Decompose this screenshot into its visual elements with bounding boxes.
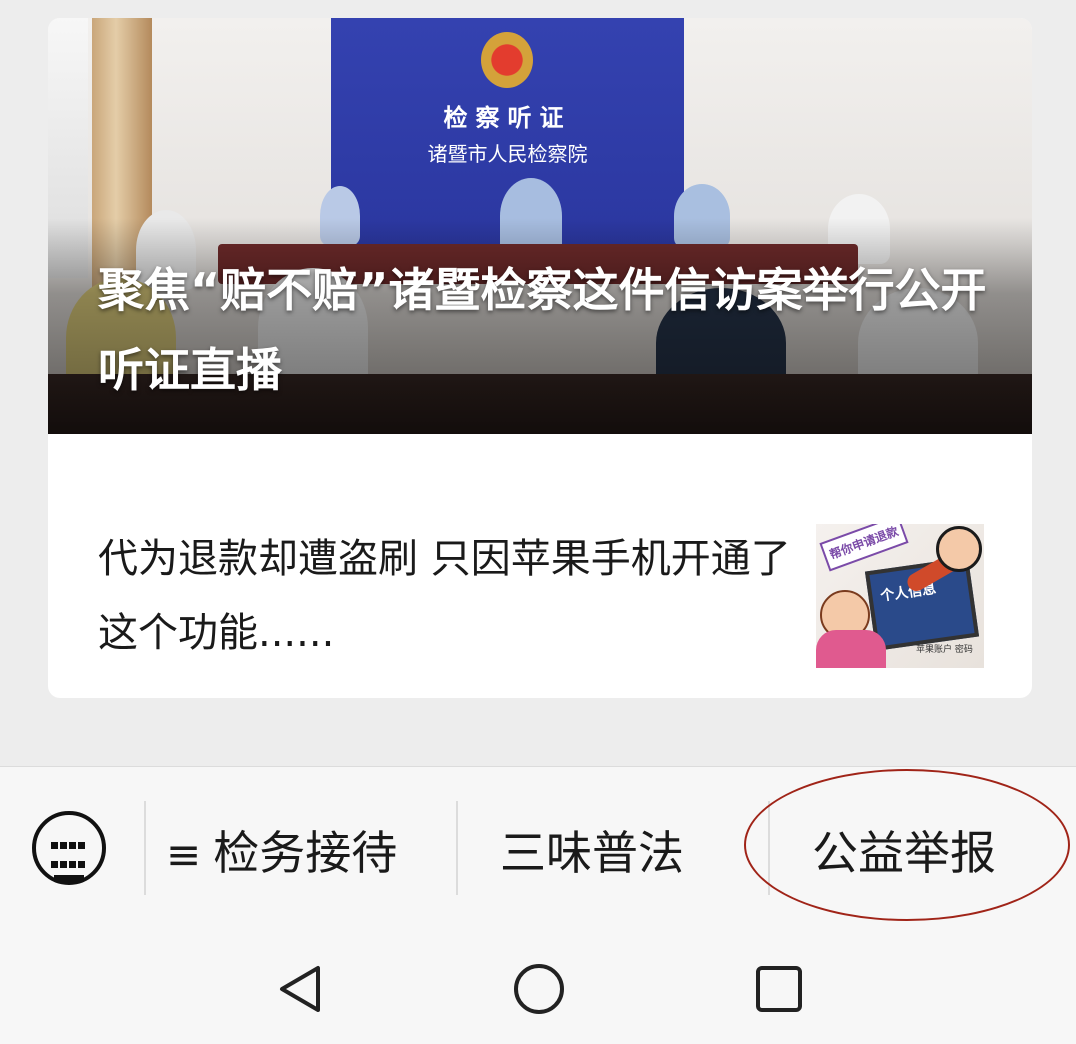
back-triangle-icon[interactable]: [274, 962, 328, 1016]
article-card: 检察听证 诸暨市人民检察院 聚焦“赔不赔”诸暨检察这件信访案举行公开听证直播 代…: [48, 18, 1032, 698]
emblem-icon: [481, 32, 533, 88]
menu-separator: [456, 801, 458, 895]
keyboard-icon[interactable]: [32, 811, 106, 885]
hero-article-title[interactable]: 聚焦“赔不赔”诸暨检察这件信访案举行公开听证直播: [98, 250, 998, 410]
article-title[interactable]: 代为退款却遭盗刷 只因苹果手机开通了这个功能......: [98, 522, 798, 670]
menu-item-label: 三味普法: [500, 826, 684, 880]
thumbnail-sign: 帮你申请退款: [819, 524, 909, 572]
menu-list-icon: ≡: [166, 830, 202, 879]
bottom-menu-bar: ≡ 检务接待 三味普法 公益举报: [0, 766, 1076, 925]
recent-square-icon[interactable]: [752, 962, 806, 1016]
system-navigation-bar: [0, 924, 1076, 1044]
menu-item-label: 检务接待: [213, 826, 398, 880]
thumbnail-note: 苹果账户 密码: [916, 645, 973, 655]
article-thumbnail[interactable]: 帮你申请退款 个人信息 苹果账户 密码: [816, 524, 984, 668]
menu-item-sanwei-pufa[interactable]: 三味普法: [500, 823, 684, 883]
highlight-circle: [744, 769, 1070, 921]
thumbnail-man: [936, 526, 982, 572]
hero-article[interactable]: 检察听证 诸暨市人民检察院 聚焦“赔不赔”诸暨检察这件信访案举行公开听证直播: [48, 18, 1032, 434]
hero-backdrop-subtitle: 诸暨市人民检察院: [427, 142, 588, 166]
article-item[interactable]: 代为退款却遭盗刷 只因苹果手机开通了这个功能...... 帮你申请退款 个人信息…: [48, 434, 1032, 698]
menu-item-jianwu-jiedai[interactable]: ≡ 检务接待: [166, 823, 397, 883]
menu-separator: [144, 801, 146, 895]
home-circle-icon[interactable]: [512, 962, 566, 1016]
thumbnail-woman-body: [816, 630, 886, 668]
hero-backdrop-title: 检察听证: [443, 103, 572, 132]
